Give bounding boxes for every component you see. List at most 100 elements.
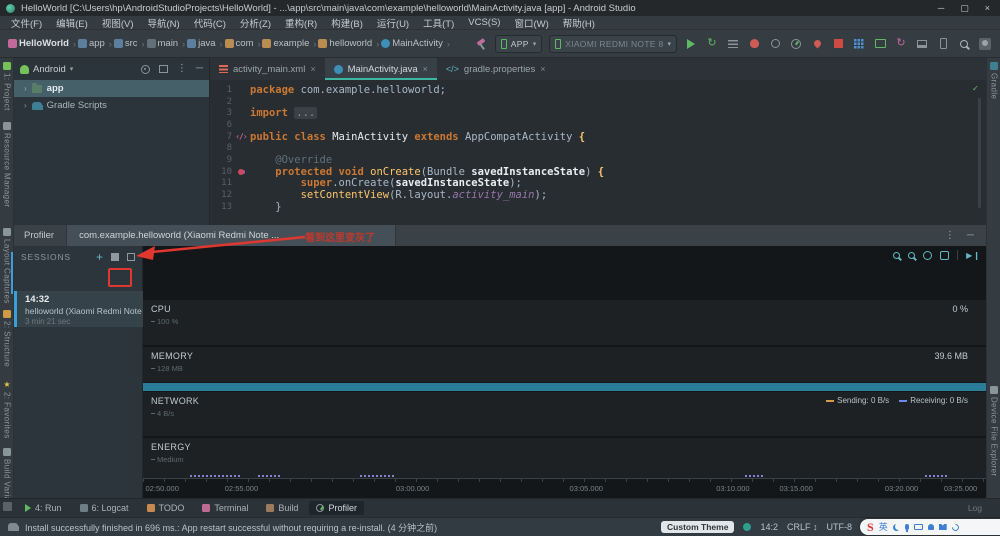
- memory-row[interactable]: MEMORY 128 MB 39.6 MB: [143, 347, 986, 382]
- profile-avatar-button[interactable]: [978, 37, 992, 51]
- logcat-monitor-button[interactable]: [873, 37, 887, 51]
- menu-item-file[interactable]: 文件(F): [4, 16, 49, 30]
- toolwindow-resource-manager[interactable]: Resource Manager: [0, 122, 14, 207]
- sdk-manager-button[interactable]: [915, 37, 929, 51]
- breadcrumb-item[interactable]: helloworld: [329, 38, 372, 49]
- editor-scrollbar[interactable]: [978, 98, 981, 208]
- toolwindow-profiler[interactable]: Profiler: [309, 501, 364, 515]
- end-session-button[interactable]: [127, 253, 135, 261]
- menu-item-code[interactable]: 代码(C): [187, 16, 233, 30]
- theme-widget[interactable]: Custom Theme: [661, 521, 735, 533]
- stop-button[interactable]: [831, 37, 845, 51]
- toolwindow-gradle[interactable]: Gradle: [987, 62, 1000, 99]
- breadcrumb-item[interactable]: com: [236, 38, 254, 49]
- menu-item-vcs[interactable]: VCS(S): [461, 17, 507, 28]
- profile-button[interactable]: [789, 37, 803, 51]
- toolwindow-run[interactable]: 4: Run: [18, 501, 69, 515]
- toolwindow-todo[interactable]: TODO: [140, 501, 192, 515]
- class-gutter-icon[interactable]: ‹/›: [235, 132, 247, 141]
- menu-item-help[interactable]: 帮助(H): [556, 16, 602, 30]
- session-entry[interactable]: 14:32 helloworld (Xiaomi Redmi Note 8. 3…: [14, 291, 143, 327]
- hide-panel-icon[interactable]: ─: [196, 64, 203, 74]
- menu-item-run[interactable]: 运行(U): [370, 16, 416, 30]
- sogou-logo[interactable]: S: [867, 521, 874, 533]
- account-icon[interactable]: [927, 524, 934, 530]
- breadcrumb-item[interactable]: MainActivity: [392, 38, 443, 49]
- run-config-select[interactable]: APP ▾: [494, 34, 543, 53]
- tab-gradle-properties[interactable]: </> gradle.properties ×: [437, 58, 555, 80]
- new-session-button[interactable]: +: [96, 251, 103, 263]
- attach-debugger-button[interactable]: [810, 37, 824, 51]
- toolwindow-switcher-icon[interactable]: [3, 502, 12, 511]
- split-panel-icon[interactable]: [158, 65, 168, 73]
- zoom-to-selection-icon[interactable]: [940, 250, 950, 260]
- build-hammer-icon[interactable]: [476, 38, 488, 50]
- menu-item-navigate[interactable]: 导航(N): [140, 16, 186, 30]
- toolwindow-terminal[interactable]: Terminal: [195, 501, 255, 515]
- reset-zoom-icon[interactable]: [923, 250, 933, 260]
- breadcrumb-item[interactable]: java: [198, 38, 215, 49]
- maximize-button[interactable]: ▢: [960, 3, 969, 14]
- breadcrumb-item[interactable]: example: [273, 38, 309, 49]
- cpu-row[interactable]: CPU 100 % 0 %: [143, 300, 986, 345]
- device-select[interactable]: XIAOMI REDMI NOTE 8 ▾: [549, 34, 677, 53]
- avd-manager-button[interactable]: [936, 37, 950, 51]
- file-encoding[interactable]: UTF-8: [827, 522, 853, 532]
- close-icon[interactable]: ×: [423, 64, 428, 74]
- gradle-sync-button[interactable]: ↻: [894, 37, 908, 51]
- settings-gear-icon[interactable]: [140, 64, 150, 74]
- folded-imports[interactable]: ...: [294, 107, 318, 120]
- hide-panel-icon[interactable]: ─: [967, 230, 974, 241]
- menu-item-refactor[interactable]: 重构(R): [278, 16, 324, 30]
- toolwindow-favorites[interactable]: ★ 2: Favorites: [0, 380, 14, 439]
- breadcrumb-item[interactable]: main: [158, 38, 179, 49]
- skin-icon[interactable]: [938, 524, 947, 530]
- menu-item-edit[interactable]: 编辑(E): [49, 16, 95, 30]
- timeline-axis[interactable]: 02:50.000 02:55.000 03:00.000 03:05.000 …: [143, 475, 986, 498]
- menu-item-view[interactable]: 视图(V): [95, 16, 141, 30]
- tab-mainactivity-java[interactable]: MainActivity.java ×: [324, 58, 438, 80]
- event-log-label[interactable]: Log: [968, 503, 1000, 513]
- more-options-icon[interactable]: ⋮: [945, 230, 955, 241]
- toolwindow-device-file-explorer[interactable]: Device File Explorer: [987, 386, 1000, 477]
- menu-item-window[interactable]: 窗口(W): [507, 16, 555, 30]
- toolwindow-project[interactable]: 1: Project: [0, 62, 14, 111]
- toolwindow-build[interactable]: Build: [259, 501, 305, 515]
- tree-item-gradle-scripts[interactable]: › Gradle Scripts: [14, 97, 209, 114]
- breadcrumb-item[interactable]: src: [125, 38, 138, 49]
- menu-item-tools[interactable]: 工具(T): [416, 16, 461, 30]
- expand-arrow-icon[interactable]: ›: [24, 84, 27, 93]
- zoom-in-icon[interactable]: [908, 251, 916, 259]
- breadcrumb-item[interactable]: HelloWorld: [19, 38, 69, 49]
- menu-item-analyze[interactable]: 分析(Z): [233, 16, 278, 30]
- toolwindow-structure[interactable]: 2: Structure: [0, 310, 14, 367]
- breadcrumb-item[interactable]: app: [89, 38, 105, 49]
- menu-item-build[interactable]: 构建(B): [324, 16, 370, 30]
- tree-item-app[interactable]: › app: [14, 80, 209, 97]
- toolwindow-logcat[interactable]: 6: Logcat: [73, 501, 136, 515]
- expand-arrow-icon[interactable]: ›: [24, 101, 27, 110]
- go-live-button[interactable]: ▶ ❙: [966, 251, 980, 260]
- apply-code-changes-button[interactable]: [726, 37, 740, 51]
- close-button[interactable]: ×: [985, 3, 990, 14]
- run-button[interactable]: [684, 37, 698, 51]
- project-view-selector[interactable]: Android: [33, 64, 66, 75]
- energy-row[interactable]: ENERGY Medium: [143, 438, 986, 478]
- voice-input-icon[interactable]: [904, 524, 909, 532]
- language-mode-icon[interactable]: 英: [879, 522, 888, 532]
- coverage-button[interactable]: [768, 37, 782, 51]
- inspection-ok-icon[interactable]: ✓: [973, 84, 978, 94]
- stop-session-button[interactable]: [111, 253, 119, 261]
- fullwidth-moon-icon[interactable]: [893, 524, 900, 531]
- layout-inspector-button[interactable]: [852, 37, 866, 51]
- debug-button[interactable]: [747, 37, 761, 51]
- toolbox-icon[interactable]: [950, 522, 961, 532]
- line-separator[interactable]: CRLF ↕: [787, 522, 818, 532]
- minimize-button[interactable]: ─: [938, 3, 944, 14]
- code-editor[interactable]: 1 package com.example.helloworld; 2 3 impo…: [210, 80, 986, 225]
- search-everywhere-button[interactable]: [957, 37, 971, 51]
- override-gutter-icon[interactable]: [238, 168, 244, 175]
- apply-changes-button[interactable]: ↻: [705, 37, 719, 51]
- network-row[interactable]: NETWORK 4 B/s Sending: 0 B/s Receiving: …: [143, 392, 986, 436]
- soft-keyboard-icon[interactable]: [913, 524, 923, 530]
